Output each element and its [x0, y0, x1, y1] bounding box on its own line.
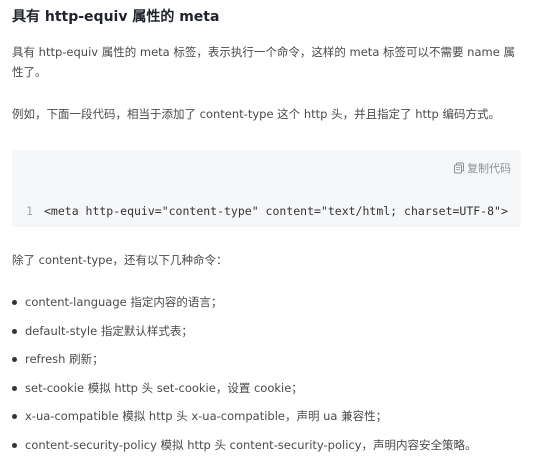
section-heading: 具有 http-equiv 属性的 meta: [12, 9, 220, 25]
list-item-text: refresh 刷新；: [25, 352, 104, 366]
line-code: <meta http-equiv="content-type" content=…: [44, 204, 508, 218]
list-item-text: set-cookie 模拟 http 头 set-cookie，设置 cooki…: [25, 380, 303, 395]
line-number: 1: [26, 204, 33, 218]
list-item: refresh 刷新；: [12, 349, 527, 378]
command-list: content-language 指定内容的语言； default-style …: [12, 292, 527, 463]
list-item: content-security-policy 模拟 http 头 conten…: [12, 435, 527, 464]
list-item-text: content-language 指定内容的语言；: [25, 295, 223, 309]
example-paragraph: 例如，下面一段代码，相当于添加了 content-type 这个 http 头，…: [12, 107, 501, 121]
bullet-dot: [12, 442, 17, 448]
code-block: 复制代码 1 <meta http-equiv="content-type" c…: [12, 150, 521, 227]
bullet-dot: [12, 385, 17, 391]
commands-intro-paragraph: 除了 content-type，还有以下几种命令：: [12, 253, 228, 267]
list-item-text: content-security-policy 模拟 http 头 conten…: [25, 437, 477, 452]
list-item: x-ua-compatible 模拟 http 头 x-ua-compatibl…: [12, 406, 527, 435]
list-item: content-language 指定内容的语言；: [12, 292, 527, 321]
copy-icon: [453, 162, 465, 174]
article-page: 具有 http-equiv 属性的 meta 具有 http-equiv 属性的…: [0, 0, 533, 465]
code-lines: 1 <meta http-equiv="content-type" conten…: [26, 174, 508, 227]
bullet-dot: [12, 300, 17, 305]
code-line: 1 <meta http-equiv="content-type" conten…: [26, 204, 508, 219]
list-item-text: x-ua-compatible 模拟 http 头 x-ua-compatibl…: [25, 409, 388, 423]
bullet-dot: [12, 357, 17, 362]
bullet-dot: [12, 328, 17, 334]
bullet-dot: [12, 414, 17, 419]
list-item: default-style 指定默认样式表；: [12, 321, 527, 350]
list-item-text: default-style 指定默认样式表；: [25, 323, 193, 338]
intro-paragraph: 具有 http-equiv 属性的 meta 标签，表示执行一个命令，这样的 m…: [12, 45, 515, 79]
list-item: set-cookie 模拟 http 头 set-cookie，设置 cooki…: [12, 378, 527, 407]
